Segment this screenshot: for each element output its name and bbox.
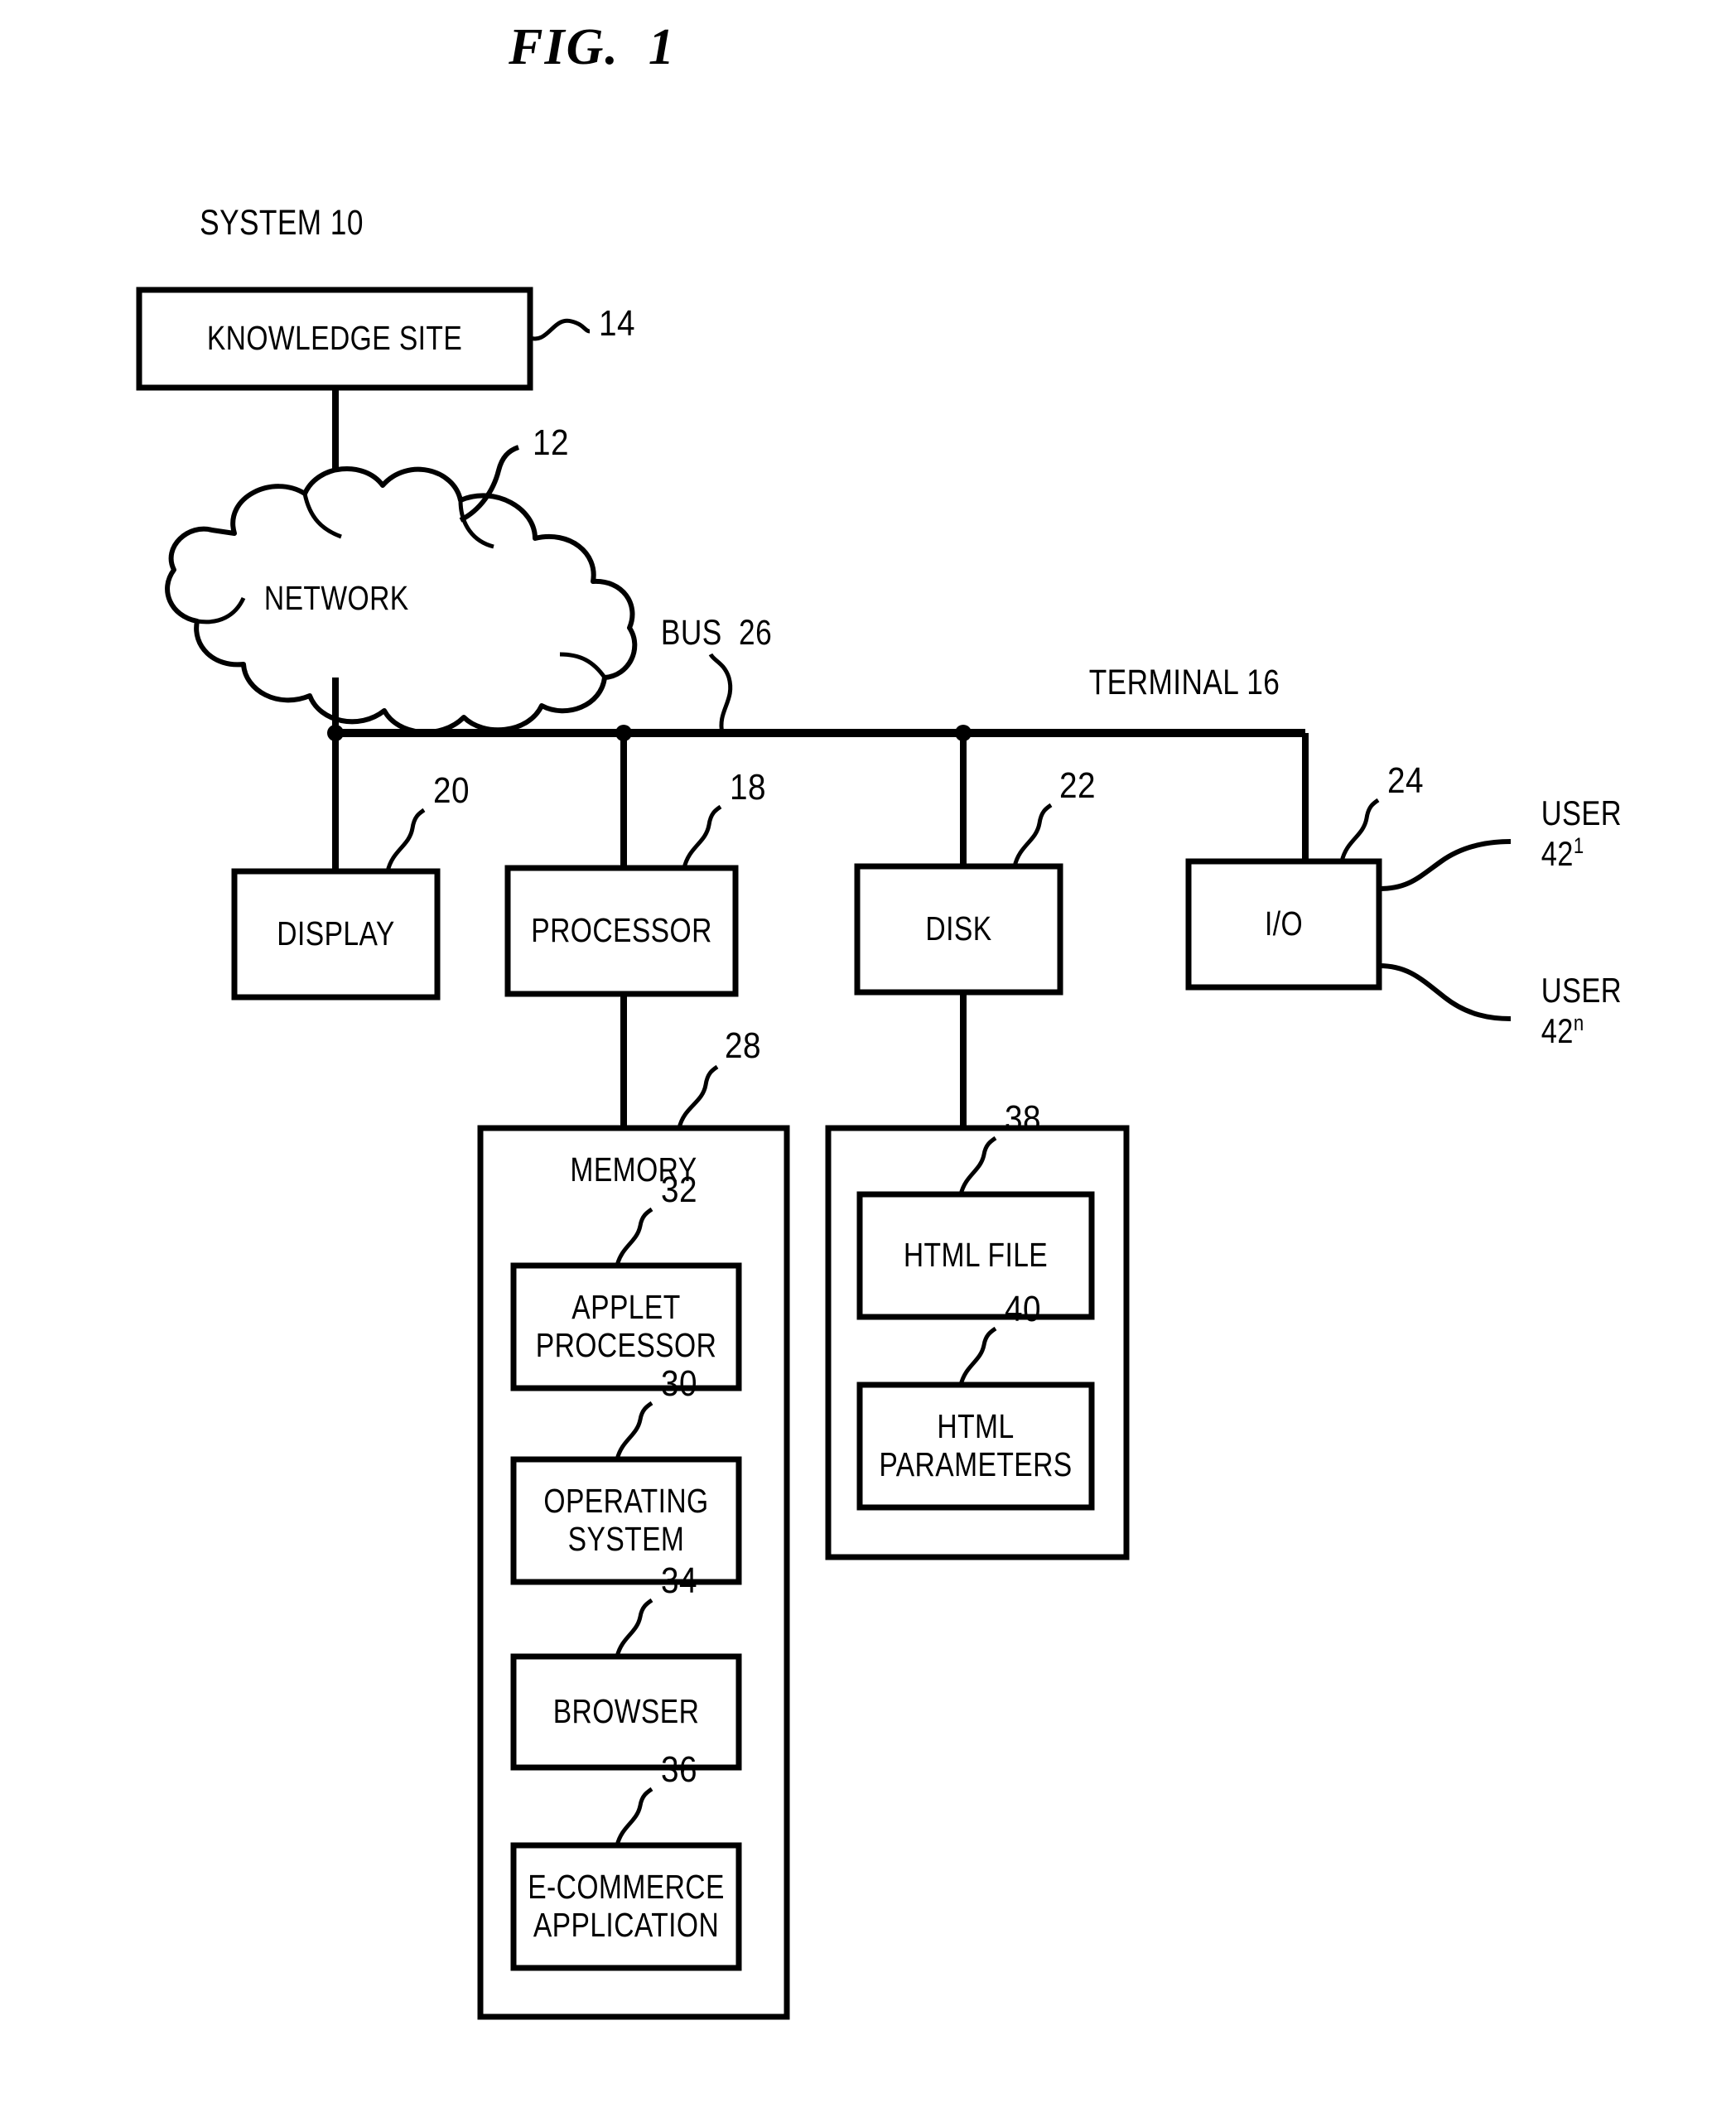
user-nth-label: USER 42n [1541, 971, 1698, 1051]
figure-title: FIG. 1 [509, 19, 676, 75]
ref-leader-30 [615, 1401, 653, 1460]
ref-leader-32 [615, 1207, 653, 1266]
network-label: NETWORK [263, 579, 409, 617]
bus-label: BUS 26 [660, 613, 773, 653]
disk-label: DISK [925, 909, 992, 948]
ref-leader-18 [682, 804, 722, 869]
ref-leader-38 [958, 1136, 997, 1195]
ref-number-36: 36 [661, 1749, 697, 1790]
io-to-user-nth-line [1378, 963, 1512, 1021]
ref-leader-40 [958, 1326, 997, 1386]
ref-number-30: 30 [661, 1363, 697, 1404]
ref-number-14: 14 [599, 303, 635, 344]
ref-leader-14 [529, 318, 591, 341]
ref-number-34: 34 [661, 1560, 697, 1601]
ref-number-28: 28 [725, 1025, 761, 1066]
ref-leader-24 [1339, 798, 1380, 862]
ref-number-18: 18 [730, 767, 766, 808]
display-label: DISPLAY [277, 914, 395, 953]
processor-label: PROCESSOR [531, 911, 712, 950]
ref-number-12: 12 [533, 422, 569, 463]
user-nth-ref: 42 [1541, 1010, 1574, 1050]
patent-figure: FIG. 1 SYSTEM 10 KNOWLEDGE SITE 14 NETWO… [0, 0, 1736, 2117]
io-to-user-first-line [1378, 839, 1512, 891]
terminal-label: TERMINAL 16 [1088, 663, 1280, 702]
ecommerce-application-label: E-COMMERCE APPLICATION [528, 1868, 725, 1944]
ref-leader-20 [385, 808, 426, 872]
user-first-ref: 42 [1541, 833, 1574, 873]
io-label: I/O [1264, 904, 1304, 943]
ref-number-22: 22 [1059, 765, 1096, 806]
ref-leader-26 [708, 653, 733, 734]
user-nth-index: n [1573, 1010, 1584, 1035]
user-nth-name: USER [1541, 971, 1623, 1010]
ref-leader-34 [615, 1598, 653, 1657]
system-label: SYSTEM 10 [200, 203, 364, 243]
ref-number-32: 32 [661, 1169, 697, 1210]
user-first-label: USER 421 [1541, 793, 1698, 874]
ref-number-40: 40 [1005, 1289, 1041, 1329]
ref-number-20: 20 [433, 770, 470, 811]
user-first-index: 1 [1573, 832, 1584, 858]
ref-leader-22 [1012, 803, 1053, 867]
ref-leader-28 [677, 1064, 719, 1129]
user-first-name: USER [1541, 793, 1623, 832]
html-parameters-label: HTML PARAMETERS [879, 1407, 1073, 1483]
ref-leader-36 [615, 1787, 653, 1846]
ref-number-24: 24 [1387, 760, 1424, 801]
ref-number-38: 38 [1005, 1098, 1041, 1139]
knowledge-site-label: KNOWLEDGE SITE [206, 319, 463, 358]
memory-label: MEMORY [570, 1150, 697, 1189]
